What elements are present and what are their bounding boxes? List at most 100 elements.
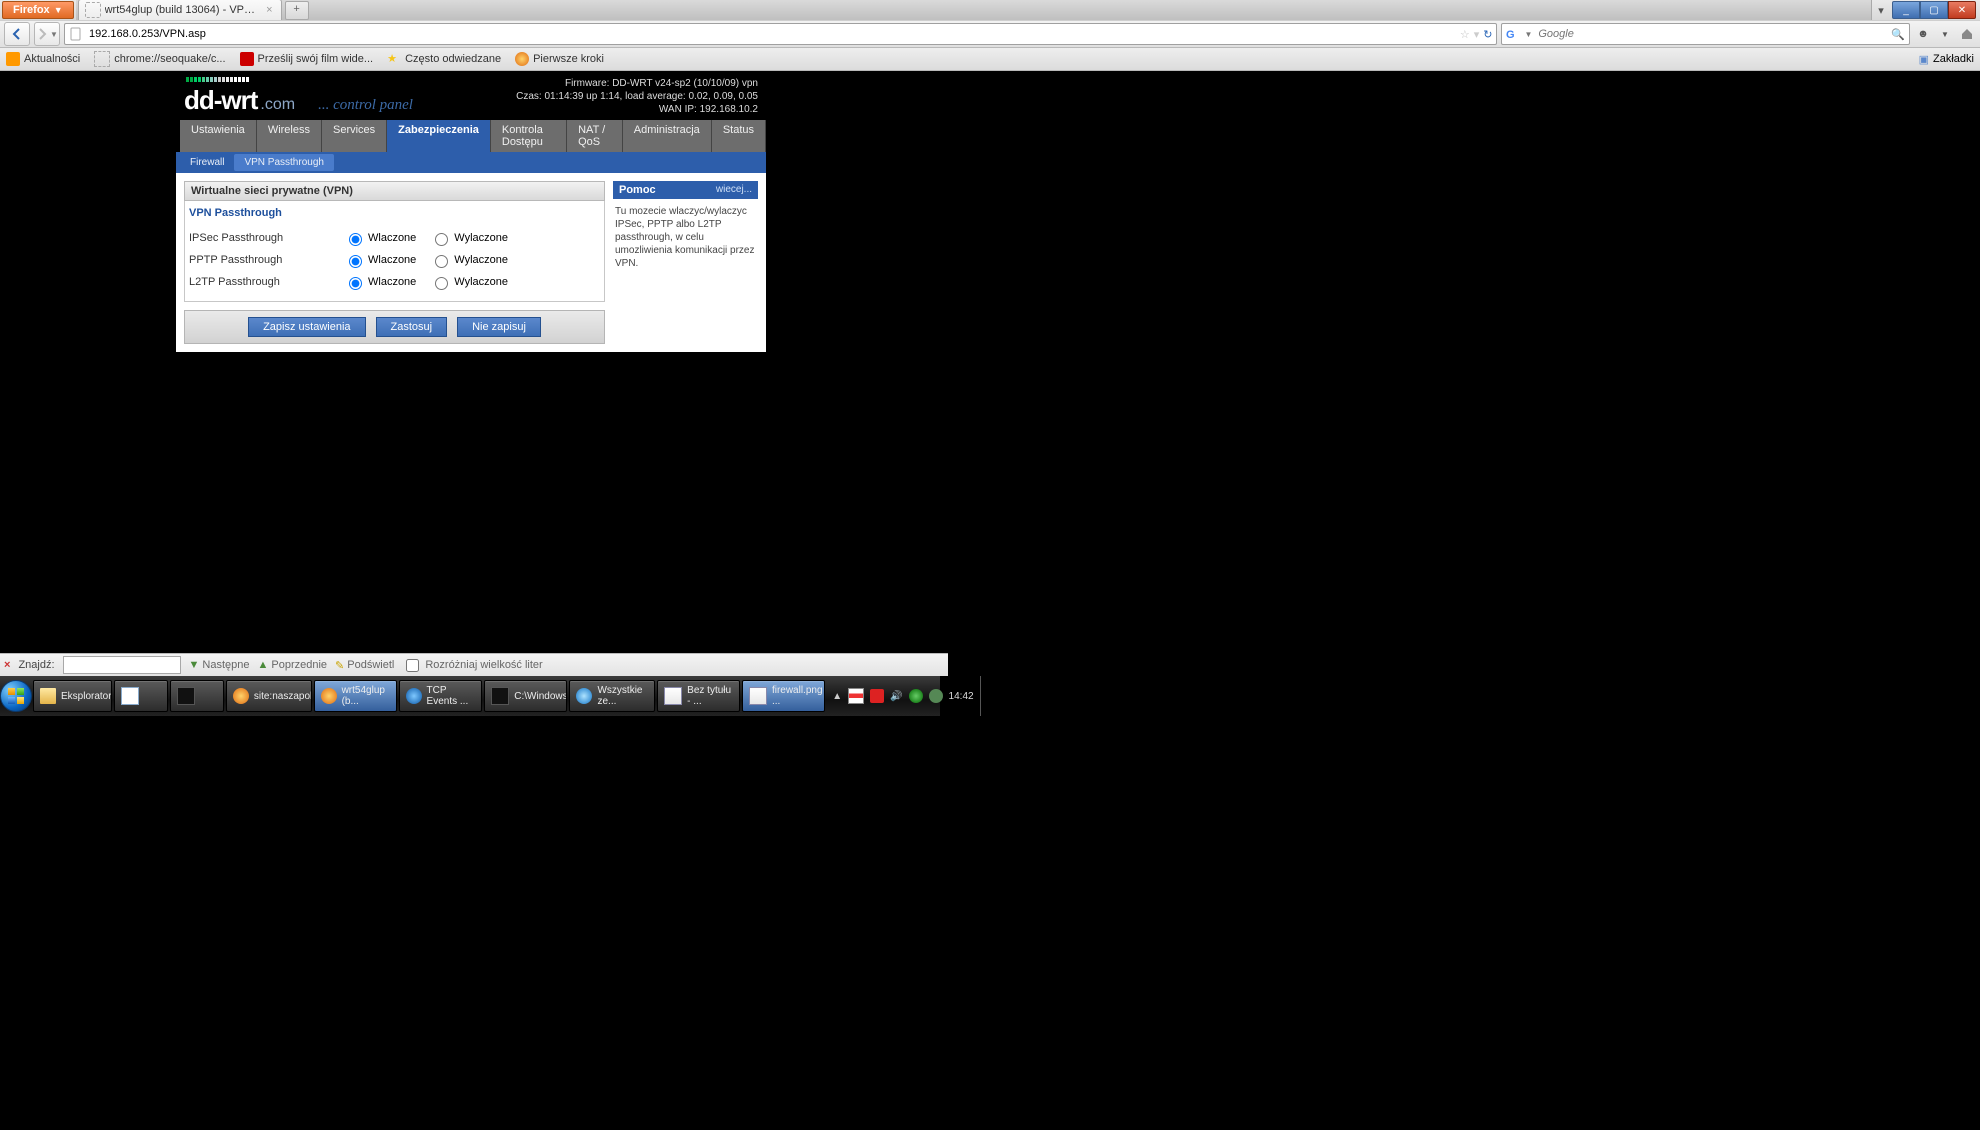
new-tab-button[interactable]: +	[285, 1, 309, 20]
findbar-next-button[interactable]: ▼Następne	[189, 659, 250, 671]
radio-on-input[interactable]	[349, 255, 362, 268]
sub-tab-vpn-passthrough[interactable]: VPN Passthrough	[234, 154, 334, 171]
main-tab-wireless[interactable]: Wireless	[257, 120, 322, 152]
radio-on[interactable]: Wlaczone	[344, 252, 416, 268]
tray-network-icon[interactable]	[909, 689, 923, 703]
window-minimize-button[interactable]: _	[1892, 1, 1920, 19]
bookmark-seoquake[interactable]: chrome://seoquake/c...	[94, 51, 225, 67]
main-tab-administracja[interactable]: Administracja	[623, 120, 712, 152]
bookmarks-sidebar-icon[interactable]: ▣	[1919, 53, 1929, 66]
main-tab-ustawienia[interactable]: Ustawienia	[180, 120, 257, 152]
tabs-overflow-button[interactable]: ▾	[1871, 0, 1890, 20]
radio-off-input[interactable]	[435, 255, 448, 268]
chevron-down-icon[interactable]: ▼	[1524, 30, 1532, 39]
cancel-button[interactable]: Nie zapisuj	[457, 317, 541, 337]
taskbar-buttons: Eksplorator... site:naszapol...wrt54glup …	[32, 680, 826, 712]
findbar-matchcase-checkbox[interactable]: Rozróżniaj wielkość liter	[402, 656, 542, 675]
page-icon	[94, 51, 110, 67]
main-tab-services[interactable]: Services	[322, 120, 387, 152]
browser-tab[interactable]: wrt54glup (build 13064) - VPN Passthrou.…	[78, 0, 282, 20]
radio-off-label: Wylaczone	[454, 232, 508, 244]
window-close-button[interactable]: ✕	[1948, 1, 1976, 19]
search-bar[interactable]: G ▼ 🔍	[1501, 23, 1910, 45]
radio-on[interactable]: Wlaczone	[344, 274, 416, 290]
taskbar-button[interactable]: C:\Windows...	[484, 680, 567, 712]
radio-on-input[interactable]	[349, 277, 362, 290]
sub-tabs: FirewallVPN Passthrough	[176, 152, 766, 173]
findbar-input[interactable]	[63, 656, 181, 674]
tab-close-icon[interactable]: ×	[264, 4, 274, 16]
main-tab-kontrola-dost-pu[interactable]: Kontrola Dostępu	[491, 120, 567, 152]
taskbar-button[interactable]	[170, 680, 224, 712]
sub-tab-firewall[interactable]: Firewall	[180, 154, 234, 171]
setting-label: IPSec Passthrough	[189, 232, 344, 244]
save-button[interactable]: Zapisz ustawienia	[248, 317, 365, 337]
url-input[interactable]	[87, 27, 1456, 41]
taskbar-button-label: Eksplorator...	[61, 691, 112, 702]
radio-on-label: Wlaczone	[368, 276, 416, 288]
window-maximize-button[interactable]: ▢	[1920, 1, 1948, 19]
settings-form: Wirtualne sieci prywatne (VPN) VPN Passt…	[184, 181, 605, 344]
radio-off[interactable]: Wylaczone	[430, 252, 508, 268]
taskbar-button[interactable]: Eksplorator...	[33, 680, 112, 712]
apply-button[interactable]: Zastosuj	[376, 317, 448, 337]
home-button[interactable]	[1958, 25, 1976, 43]
tab-title: wrt54glup (build 13064) - VPN Passthrou.…	[105, 4, 261, 16]
back-button[interactable]	[4, 22, 30, 46]
forward-button[interactable]: ▼	[34, 22, 60, 46]
bookmarks-sidebar-label[interactable]: Zakładki	[1933, 53, 1974, 65]
setting-label: PPTP Passthrough	[189, 254, 344, 266]
help-title-bar: Pomoc wiecej...	[613, 181, 758, 199]
chevron-down-icon[interactable]: ▼	[1936, 25, 1954, 43]
taskbar-button[interactable]: wrt54glup (b...	[314, 680, 397, 712]
tray-app-icon[interactable]	[929, 689, 943, 703]
findbar-close-icon[interactable]: ×	[4, 659, 10, 671]
start-button[interactable]	[0, 676, 32, 716]
feedback-icon[interactable]: ☻	[1914, 25, 1932, 43]
arrow-left-icon	[11, 28, 23, 40]
taskbar-clock[interactable]: 14:42	[949, 691, 974, 702]
ddwrt-header: dd-wrt.com ... control panel Firmware: D…	[176, 71, 766, 120]
tray-volume-icon[interactable]: 🔊	[890, 691, 902, 702]
search-input[interactable]	[1536, 27, 1887, 41]
help-more-link[interactable]: wiecej...	[716, 184, 752, 196]
search-icon[interactable]: 🔍	[1891, 28, 1905, 41]
radio-on[interactable]: Wlaczone	[344, 230, 416, 246]
action-buttons: Zapisz ustawienia Zastosuj Nie zapisuj	[184, 310, 605, 344]
reload-icon[interactable]: ↻	[1483, 28, 1492, 41]
bookmarks-toolbar: Aktualności chrome://seoquake/c... Prześ…	[0, 48, 1980, 71]
bookmark-youtube[interactable]: Prześlij swój film wide...	[240, 52, 374, 66]
tray-flag-icon[interactable]	[848, 688, 864, 704]
radio-off[interactable]: Wylaczone	[430, 230, 508, 246]
bookmark-czesto-odwiedzane[interactable]: ★ Często odwiedzane	[387, 52, 501, 66]
matchcase-input[interactable]	[406, 659, 419, 672]
svg-text:G: G	[1506, 29, 1515, 41]
radio-off[interactable]: Wylaczone	[430, 274, 508, 290]
taskbar-button[interactable]: Wszystkie ze...	[569, 680, 655, 712]
radio-off-input[interactable]	[435, 277, 448, 290]
bookmark-pierwsze-kroki[interactable]: Pierwsze kroki	[515, 52, 604, 66]
bookmark-star-icon[interactable]: ☆	[1460, 28, 1470, 41]
findbar-highlight-button[interactable]: ✎Podświetl	[335, 659, 394, 672]
main-tab-nat-qos[interactable]: NAT / QoS	[567, 120, 623, 152]
firefox-app-button[interactable]: Firefox ▼	[2, 1, 74, 19]
tray-antivirus-icon[interactable]	[870, 689, 884, 703]
show-desktop-button[interactable]	[980, 676, 981, 716]
findbar-prev-button[interactable]: ▲Poprzednie	[258, 659, 328, 671]
taskbar-button-label: TCP Events ...	[427, 685, 476, 707]
radio-off-input[interactable]	[435, 233, 448, 246]
tray-show-hidden-icon[interactable]: ▲	[832, 691, 842, 702]
taskbar-button[interactable]: TCP Events ...	[399, 680, 483, 712]
taskbar-button[interactable]: firewall.png ...	[742, 680, 825, 712]
main-tab-zabezpieczenia[interactable]: Zabezpieczenia	[387, 120, 491, 152]
logo-suffix: .com	[260, 96, 295, 114]
main-tab-status[interactable]: Status	[712, 120, 766, 152]
taskbar-button[interactable]	[114, 680, 168, 712]
home-icon	[1960, 27, 1974, 41]
taskbar-button[interactable]: Bez tytułu - ...	[657, 680, 740, 712]
taskbar-button[interactable]: site:naszapol...	[226, 680, 312, 712]
radio-on-input[interactable]	[349, 233, 362, 246]
highlight-icon: ✎	[335, 659, 344, 672]
bookmark-aktualnosci[interactable]: Aktualności	[6, 52, 80, 66]
url-bar[interactable]: ☆ ▾ ↻	[64, 23, 1497, 45]
